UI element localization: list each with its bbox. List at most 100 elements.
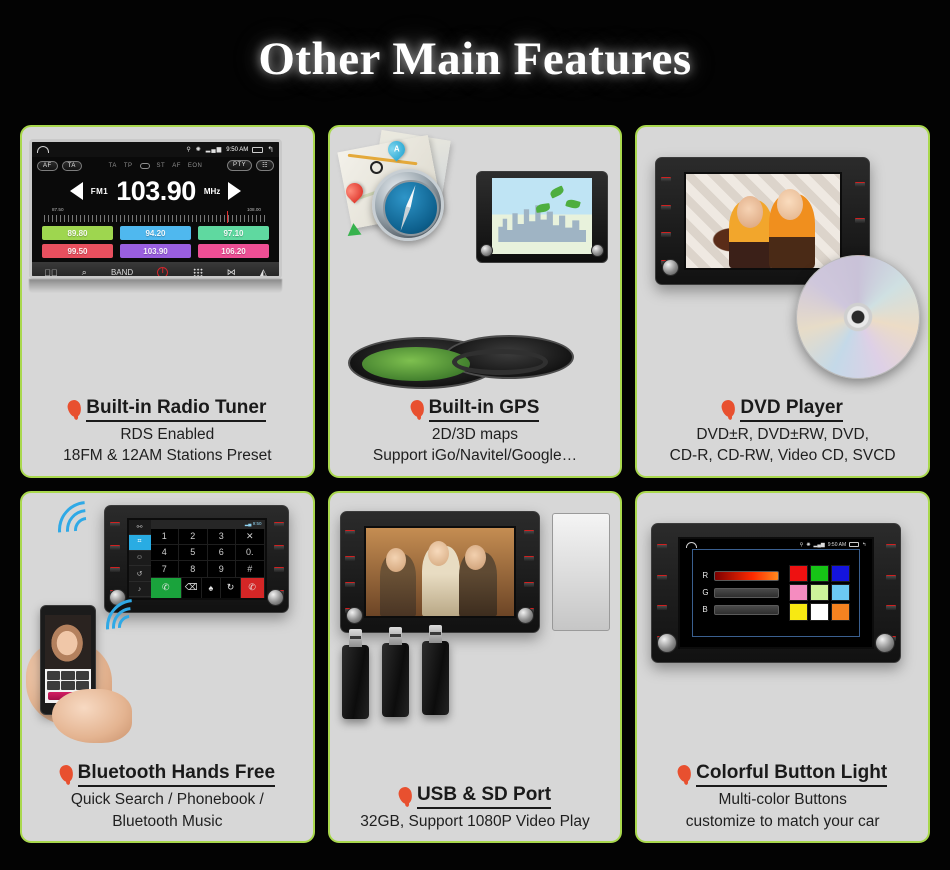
power-icon[interactable] — [157, 267, 169, 276]
function-key[interactable] — [345, 556, 356, 561]
color-swatch[interactable] — [810, 603, 830, 621]
slider-track-g[interactable] — [714, 587, 779, 598]
volume-knob[interactable] — [662, 259, 680, 276]
function-key[interactable] — [109, 567, 120, 573]
equalizer-icon[interactable]: ◭ — [260, 267, 267, 276]
call-icon[interactable]: ✆ — [150, 577, 182, 598]
mic-icon[interactable]: ♠ — [202, 577, 222, 598]
hangup-icon[interactable]: ✆ — [240, 577, 265, 598]
color-swatch[interactable] — [789, 564, 809, 582]
phone-key[interactable] — [61, 670, 75, 680]
music-icon[interactable]: ♪ — [128, 582, 151, 598]
phone-key[interactable] — [61, 680, 75, 691]
color-swatch[interactable] — [831, 583, 851, 602]
preset-button-3[interactable]: 97.10 — [198, 226, 269, 240]
previous-arrow-icon[interactable] — [69, 182, 83, 200]
feature-card-bluetooth[interactable]: ⚯ ⌗ ☺ ↺ ♪ ▂▄ 9:50 1 2 3 ✕ 4 5 6 0. 7 8 9… — [20, 490, 315, 843]
color-swatch[interactable] — [789, 603, 809, 621]
feature-card-usb-sd[interactable]: USB & SD Port 32GB, Support 1080P Video … — [327, 490, 623, 843]
dial-key[interactable]: 3 — [207, 528, 236, 545]
back-icon[interactable]: ↰ — [862, 542, 866, 548]
next-arrow-icon[interactable] — [228, 182, 242, 200]
back-icon[interactable]: ↰ — [267, 145, 274, 154]
function-key[interactable] — [885, 544, 896, 550]
dial-key[interactable]: 0. — [236, 544, 265, 562]
dial-key[interactable]: # — [236, 561, 265, 578]
feature-card-gps[interactable]: A Built-in GPS 2D/3D maps Support iGo/Na… — [327, 125, 623, 478]
scale-ticks — [44, 215, 267, 222]
mute-icon[interactable]: ◁⃠ — [44, 268, 58, 277]
color-swatch[interactable] — [810, 564, 830, 582]
function-key[interactable] — [660, 232, 671, 238]
preset-button-1[interactable]: 89.80 — [42, 226, 113, 240]
tune-knob[interactable] — [267, 588, 284, 606]
function-key[interactable] — [656, 544, 667, 550]
function-key[interactable] — [660, 204, 671, 210]
phone-key[interactable] — [47, 670, 61, 680]
phone-key[interactable] — [75, 670, 89, 680]
phone-key[interactable] — [47, 680, 61, 691]
link-icon[interactable]: ⚯ — [128, 520, 151, 536]
color-swatch[interactable] — [831, 603, 851, 621]
refresh-icon[interactable]: ↻ — [221, 577, 241, 598]
tune-knob[interactable] — [875, 632, 896, 653]
dial-key[interactable]: 7 — [150, 561, 179, 578]
function-key[interactable] — [109, 544, 120, 550]
recents-icon[interactable] — [252, 146, 264, 153]
dial-key[interactable]: 4 — [150, 544, 179, 562]
function-key[interactable] — [656, 605, 667, 611]
function-key[interactable] — [273, 522, 284, 528]
feature-card-radio-tuner[interactable]: ⚲ ✺ ▂▄▆ 9:50 AM ↰ AF TA TA TP ST AF EON … — [20, 125, 315, 478]
gps-map-screen — [492, 178, 593, 254]
color-swatch[interactable] — [789, 583, 809, 602]
search-icon[interactable]: ⌕ — [82, 267, 87, 276]
preset-button-5[interactable]: 103.90 — [120, 244, 191, 258]
function-key[interactable] — [109, 522, 120, 528]
dial-key[interactable]: 2 — [179, 528, 208, 545]
function-key[interactable] — [854, 218, 865, 224]
function-key[interactable] — [345, 530, 356, 535]
preset-button-6[interactable]: 106.20 — [198, 244, 269, 258]
dial-key[interactable]: 9 — [207, 561, 236, 578]
home-icon[interactable] — [686, 541, 698, 548]
function-key[interactable] — [273, 544, 284, 550]
contacts-icon[interactable]: ☺ — [128, 551, 151, 567]
volume-knob[interactable] — [345, 606, 363, 624]
color-swatch[interactable] — [831, 564, 851, 582]
preset-button-4[interactable]: 99.50 — [42, 244, 113, 258]
slider-track-b[interactable] — [714, 604, 779, 615]
radio-tuning-scale[interactable]: 87.50 108.00 — [44, 207, 267, 225]
history-icon[interactable]: ↺ — [128, 566, 151, 582]
bluetooth-side-menu: ⚯ ⌗ ☺ ↺ ♪ — [128, 519, 151, 598]
function-key[interactable] — [656, 574, 667, 580]
function-key[interactable] — [854, 181, 865, 187]
dial-key[interactable]: 5 — [179, 544, 208, 562]
function-key[interactable] — [885, 574, 896, 580]
dial-key[interactable]: 8 — [179, 561, 208, 578]
dial-key[interactable]: 6 — [207, 544, 236, 562]
dial-key[interactable]: ✕ — [236, 528, 265, 545]
tune-knob[interactable] — [516, 606, 534, 624]
keypad-icon[interactable]: ⌫ — [182, 577, 202, 598]
feature-card-button-light[interactable]: ⚲ ✺ ▂▄▆ 9:50 AM ↰ R G B Colorful Button … — [635, 490, 930, 843]
volume-knob[interactable] — [657, 632, 678, 653]
function-key[interactable] — [660, 177, 671, 183]
dial-key[interactable]: 1 — [150, 528, 179, 545]
dialpad-icon[interactable]: ⌗ — [128, 535, 151, 551]
function-key[interactable] — [524, 582, 535, 587]
preset-button-2[interactable]: 94.20 — [120, 226, 191, 240]
feature-card-dvd-player[interactable]: DVD Player DVD±R, DVD±RW, DVD, CD-R, CD-… — [635, 125, 930, 478]
function-key[interactable] — [273, 567, 284, 573]
home-icon[interactable] — [37, 146, 49, 153]
function-key[interactable] — [524, 530, 535, 535]
rds-flag-row: TA TP ST AF EON — [32, 162, 279, 169]
function-key[interactable] — [885, 605, 896, 611]
recents-icon[interactable] — [849, 542, 860, 547]
keypad-icon[interactable] — [192, 268, 203, 276]
scan-icon[interactable]: ⋈ — [227, 267, 236, 276]
color-swatch[interactable] — [810, 583, 830, 602]
slider-track-r[interactable] — [714, 570, 779, 581]
band-button[interactable]: BAND — [111, 268, 133, 276]
function-key[interactable] — [524, 556, 535, 561]
function-key[interactable] — [345, 582, 356, 587]
